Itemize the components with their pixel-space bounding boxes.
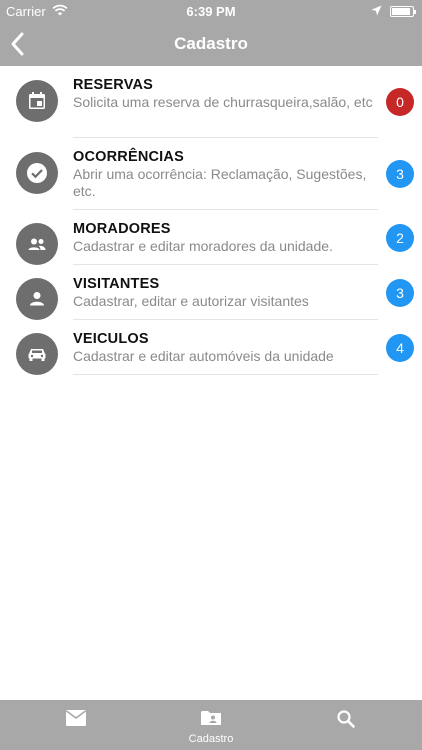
item-subtitle: Abrir uma ocorrência: Reclamação, Sugest… [73,166,367,199]
item-title: OCORRÊNCIAS [73,149,184,165]
list-item-moradores[interactable]: MORADORES Cadastrar e editar moradores d… [0,210,422,265]
list-item-visitantes[interactable]: VISITANTES Cadastrar, editar e autorizar… [0,265,422,320]
tab-messages[interactable] [6,700,146,750]
list-item-ocorrencias[interactable]: OCORRÊNCIAS Abrir uma ocorrência: Reclam… [0,138,422,210]
car-icon [16,333,58,375]
battery-level [392,8,410,15]
list-item-veiculos[interactable]: VEICULOS Cadastrar e editar automóveis d… [0,320,422,375]
calendar-icon [16,80,58,122]
tab-label: Cadastro [188,733,234,745]
count-badge: 3 [386,160,414,188]
navigation-bar: Cadastro [0,22,422,66]
tab-cadastro[interactable]: Cadastro [141,700,281,750]
item-subtitle: Cadastrar e editar automóveis da unidade [73,348,334,364]
search-icon [337,710,355,728]
page-title: Cadastro [174,34,248,53]
item-title: VISITANTES [73,276,160,292]
item-title: VEICULOS [73,331,149,347]
status-time: 6:39 PM [186,4,236,19]
tab-bar: Cadastro [0,700,422,750]
location-icon [371,4,382,19]
count-badge: 0 [386,88,414,116]
item-subtitle: Cadastrar, editar e autorizar visitantes [73,293,309,309]
tab-search[interactable] [276,700,416,750]
item-subtitle: Solicita uma reserva de churrasqueira,sa… [73,94,373,110]
status-bar: Carrier 6:39 PM [0,0,422,22]
mail-icon [66,710,86,726]
check-circle-icon [16,152,58,194]
item-title: RESERVAS [73,77,154,93]
battery-icon [390,6,416,17]
folder-person-icon [201,711,221,725]
divider [73,374,378,375]
menu-list: RESERVAS Solicita uma reserva de churras… [0,66,422,375]
people-icon [16,223,58,265]
count-badge: 4 [386,334,414,362]
item-title: MORADORES [73,221,171,237]
count-badge: 3 [386,279,414,307]
list-item-reservas[interactable]: RESERVAS Solicita uma reserva de churras… [0,66,422,138]
count-badge: 2 [386,224,414,252]
person-icon [16,278,58,320]
item-subtitle: Cadastrar e editar moradores da unidade. [73,238,333,254]
